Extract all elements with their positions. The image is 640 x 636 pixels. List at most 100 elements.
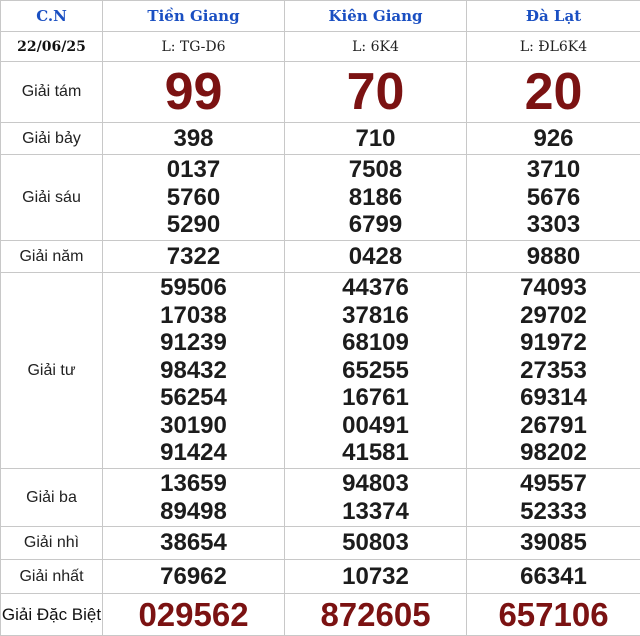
prize-cell: 10732	[285, 560, 467, 594]
prize-cell: 926	[467, 123, 640, 155]
ticket-code: L: ĐL6K4	[467, 32, 640, 62]
prize-number: 99	[165, 63, 223, 121]
prize-number: 37816	[285, 302, 466, 330]
ticket-row: 22/06/25 L: TG-D6 L: 6K4 L: ĐL6K4	[1, 32, 640, 62]
lottery-results-table: C.N Tiền Giang Kiên Giang Đà Lạt 22/06/2…	[0, 0, 640, 636]
prize-number: 38654	[103, 529, 284, 557]
prize-number: 44376	[285, 274, 466, 302]
prize-number: 5760	[103, 184, 284, 212]
prize-row-tu: Giải tư 59506170389123998432562543019091…	[1, 273, 640, 469]
prize-number: 926	[467, 125, 640, 153]
prize-number: 5676	[467, 184, 640, 212]
prize-number: 29702	[467, 302, 640, 330]
prize-cell: 029562	[103, 594, 285, 636]
prize-row-ba: Giải ba 1365989498 9480313374 4955752333	[1, 469, 640, 527]
prize-number: 59506	[103, 274, 284, 302]
prize-number: 00491	[285, 412, 466, 440]
prize-cell: 70	[285, 62, 467, 123]
prize-cell: 59506170389123998432562543019091424	[103, 273, 285, 469]
prize-number: 13374	[285, 498, 466, 526]
prize-label: Giải nhì	[1, 527, 103, 560]
prize-number: 89498	[103, 498, 284, 526]
ticket-code: L: TG-D6	[103, 32, 285, 62]
prize-cell: 872605	[285, 594, 467, 636]
prize-number: 39085	[467, 529, 640, 557]
prize-cell: 657106	[467, 594, 640, 636]
prize-cell: 50803	[285, 527, 467, 560]
prize-row-dac-biet: Giải Đặc Biệt 029562 872605 657106	[1, 594, 640, 636]
prize-number: 98432	[103, 357, 284, 385]
prize-number: 68109	[285, 329, 466, 357]
prize-number: 20	[525, 63, 583, 121]
province-name[interactable]: Kiên Giang	[285, 1, 467, 32]
prize-label: Giải bảy	[1, 123, 103, 155]
prize-number: 5290	[103, 211, 284, 239]
prize-number: 13659	[103, 470, 284, 498]
prize-cell: 74093297029197227353693142679198202	[467, 273, 640, 469]
prize-number: 94803	[285, 470, 466, 498]
prize-number: 16761	[285, 384, 466, 412]
prize-cell: 7322	[103, 241, 285, 273]
prize-label: Giải Đặc Biệt	[1, 594, 103, 636]
prize-label: Giải ba	[1, 469, 103, 527]
prize-cell: 1365989498	[103, 469, 285, 527]
prize-row-bay: Giải bảy 398 710 926	[1, 123, 640, 155]
prize-row-sau: Giải sáu 013757605290 750881866799 37105…	[1, 155, 640, 241]
prize-number: 0428	[285, 243, 466, 271]
prize-number: 76962	[103, 563, 284, 591]
prize-label: Giải tám	[1, 62, 103, 123]
prize-cell: 38654	[103, 527, 285, 560]
prize-number: 74093	[467, 274, 640, 302]
prize-number: 52333	[467, 498, 640, 526]
province-name[interactable]: Đà Lạt	[467, 1, 640, 32]
prize-cell: 99	[103, 62, 285, 123]
prize-cell: 710	[285, 123, 467, 155]
prize-number: 872605	[320, 596, 430, 633]
prize-cell: 9480313374	[285, 469, 467, 527]
prize-cell: 0428	[285, 241, 467, 273]
prize-number: 27353	[467, 357, 640, 385]
prize-cell: 398	[103, 123, 285, 155]
prize-number: 91424	[103, 439, 284, 467]
prize-label: Giải sáu	[1, 155, 103, 241]
prize-number: 3710	[467, 156, 640, 184]
prize-row-nhat: Giải nhất 76962 10732 66341	[1, 560, 640, 594]
prize-cell: 39085	[467, 527, 640, 560]
prize-number: 10732	[285, 563, 466, 591]
prize-number: 50803	[285, 529, 466, 557]
prize-number: 91972	[467, 329, 640, 357]
prize-label: Giải năm	[1, 241, 103, 273]
prize-number: 91239	[103, 329, 284, 357]
prize-number: 7322	[103, 243, 284, 271]
prize-cell: 013757605290	[103, 155, 285, 241]
draw-date: 22/06/25	[1, 32, 103, 62]
prize-number: 70	[347, 63, 405, 121]
prize-number: 029562	[138, 596, 248, 633]
prize-row-tam: Giải tám 99 70 20	[1, 62, 640, 123]
prize-label: Giải nhất	[1, 560, 103, 594]
prize-number: 26791	[467, 412, 640, 440]
prize-number: 65255	[285, 357, 466, 385]
prize-number: 9880	[467, 243, 640, 271]
province-name[interactable]: Tiền Giang	[103, 1, 285, 32]
prize-number: 7508	[285, 156, 466, 184]
prize-number: 66341	[467, 563, 640, 591]
prize-row-nam: Giải năm 7322 0428 9880	[1, 241, 640, 273]
prize-cell: 371056763303	[467, 155, 640, 241]
prize-number: 69314	[467, 384, 640, 412]
prize-number: 710	[285, 125, 466, 153]
prize-cell: 76962	[103, 560, 285, 594]
ticket-code: L: 6K4	[285, 32, 467, 62]
prize-number: 30190	[103, 412, 284, 440]
prize-number: 49557	[467, 470, 640, 498]
prize-row-nhi: Giải nhì 38654 50803 39085	[1, 527, 640, 560]
prize-number: 0137	[103, 156, 284, 184]
prize-number: 6799	[285, 211, 466, 239]
header-row: C.N Tiền Giang Kiên Giang Đà Lạt	[1, 1, 640, 32]
prize-cell: 66341	[467, 560, 640, 594]
prize-number: 398	[103, 125, 284, 153]
prize-cell: 9880	[467, 241, 640, 273]
prize-number: 3303	[467, 211, 640, 239]
prize-label: Giải tư	[1, 273, 103, 469]
prize-cell: 750881866799	[285, 155, 467, 241]
